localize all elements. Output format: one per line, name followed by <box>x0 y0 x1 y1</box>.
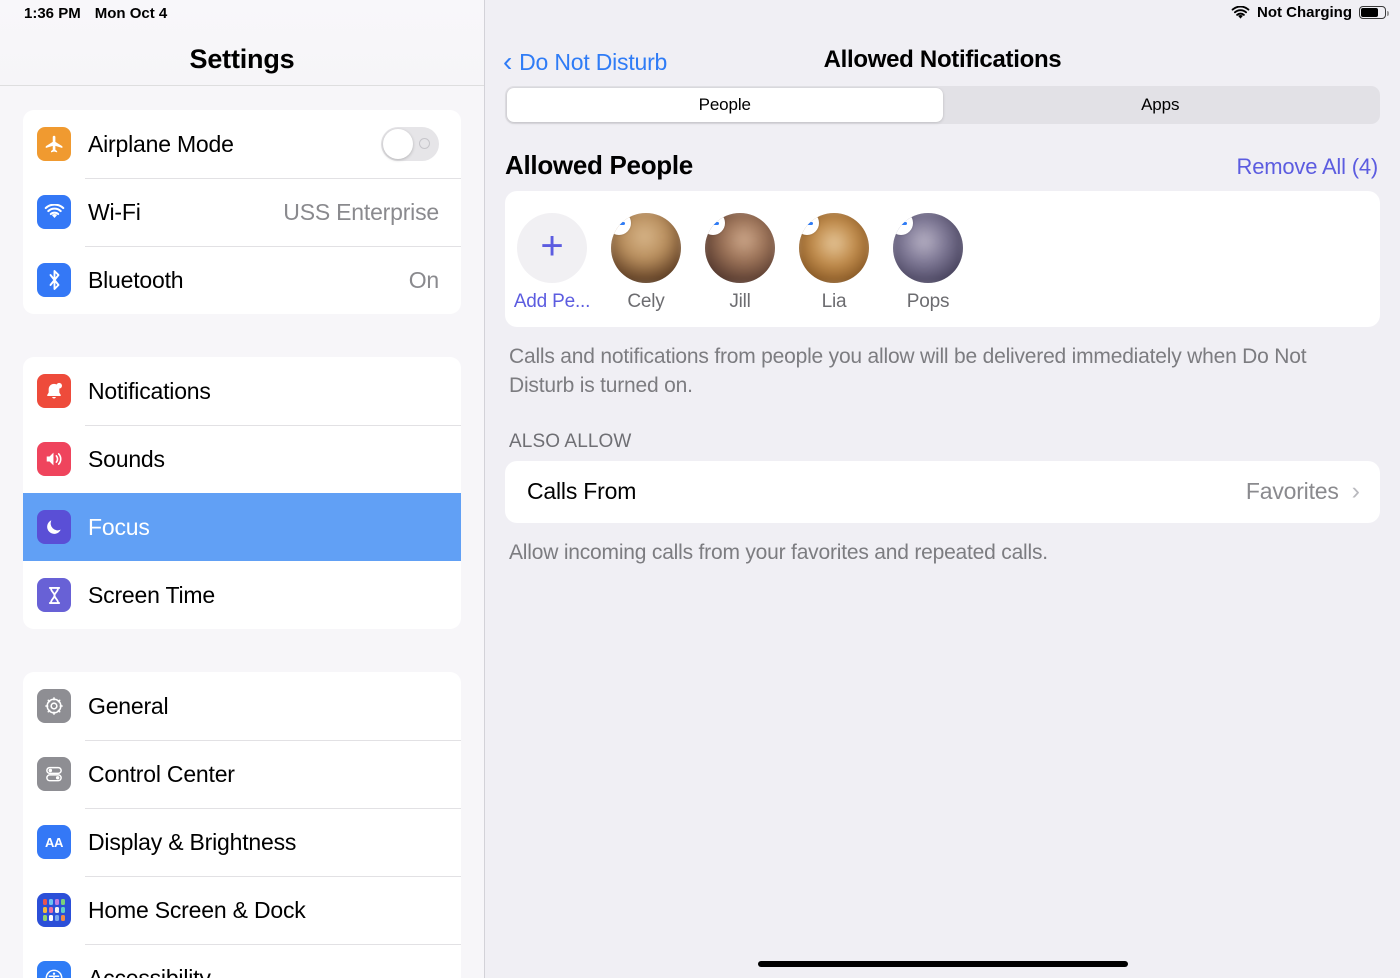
toggles-icon <box>37 757 71 791</box>
sidebar-item-accessibility[interactable]: Accessibility <box>23 944 461 978</box>
text-size-icon: AA <box>37 825 71 859</box>
app-grid-icon <box>37 893 71 927</box>
add-person-button[interactable]: + Add Pe... <box>505 213 599 313</box>
chevron-right-icon: › <box>1351 477 1360 506</box>
sidebar-item-label: Screen Time <box>88 581 215 608</box>
sidebar-item-label: Accessibility <box>88 964 211 978</box>
sidebar-item-control-center[interactable]: Control Center <box>23 740 461 808</box>
sidebar-item-label: Airplane Mode <box>88 130 234 157</box>
person-item[interactable]: Cely <box>599 213 693 313</box>
sidebar-group-alerts: Notifications Sounds Focus Screen Time <box>23 357 461 629</box>
people-footnote: Calls and notifications from people you … <box>509 345 1307 397</box>
app-grid-dots <box>42 898 66 922</box>
sidebar-item-label: Control Center <box>88 760 235 787</box>
avatar <box>611 213 681 283</box>
section-title: Allowed People <box>505 150 693 180</box>
airplane-mode-toggle[interactable] <box>381 127 439 161</box>
sidebar-item-general[interactable]: General <box>23 672 461 740</box>
sidebar-item-bluetooth[interactable]: Bluetooth On <box>23 246 461 314</box>
aa-glyph: AA <box>45 834 63 850</box>
calls-from-row[interactable]: Calls From Favorites › <box>505 461 1380 523</box>
ipad-settings-screen: 1:36 PM Mon Oct 4 Not Charging Settings <box>0 0 1400 978</box>
home-indicator <box>757 961 1128 967</box>
sidebar-item-notifications[interactable]: Notifications <box>23 357 461 425</box>
person-name: Cely <box>627 291 665 312</box>
bluetooth-icon <box>37 263 71 297</box>
sidebar-item-display-brightness[interactable]: AA Display & Brightness <box>23 808 461 876</box>
calls-from-label: Calls From <box>527 478 637 505</box>
sidebar-item-label: Focus <box>88 513 150 540</box>
person-name: Jill <box>729 291 751 312</box>
detail-header: ‹ Do Not Disturb Allowed Notifications <box>485 0 1400 86</box>
toggle-off-marker <box>419 138 430 149</box>
sidebar-item-label: Sounds <box>88 445 165 472</box>
also-allow-card: Calls From Favorites › <box>505 460 1380 523</box>
sidebar-item-airplane-mode[interactable]: Airplane Mode <box>23 110 461 178</box>
person-item[interactable]: Pops <box>881 213 975 313</box>
back-button-label: Do Not Disturb <box>519 49 668 75</box>
page-title: Settings <box>189 44 295 74</box>
settings-sidebar: Settings Airplane Mode Wi-Fi USS Enterpr… <box>0 0 485 978</box>
sidebar-item-label: General <box>88 692 169 719</box>
airplane-icon <box>37 127 71 161</box>
sidebar-group-system: General Control Center AA Display & Brig… <box>23 672 461 978</box>
sidebar-header: Settings <box>0 0 484 86</box>
gear-icon <box>37 689 71 723</box>
segmented-control[interactable]: People Apps <box>505 86 1380 124</box>
allowed-people-card: + Add Pe... Cely Jill Lia Pops <box>505 191 1380 327</box>
sidebar-item-label: Notifications <box>88 377 211 404</box>
wifi-icon <box>37 195 71 229</box>
toggle-knob <box>383 129 413 159</box>
sidebar-scroll-area[interactable]: Airplane Mode Wi-Fi USS Enterprise Bluet… <box>0 86 484 978</box>
sidebar-item-label: Bluetooth <box>88 266 184 293</box>
calls-from-value: Favorites <box>1245 478 1339 505</box>
chevron-left-icon: ‹ <box>503 45 513 77</box>
plus-icon: + <box>540 224 564 268</box>
avatar <box>893 213 963 283</box>
accessibility-icon <box>37 961 71 978</box>
sidebar-item-focus[interactable]: Focus <box>23 493 461 561</box>
back-button[interactable]: ‹ Do Not Disturb <box>503 45 668 77</box>
sidebar-item-home-screen-dock[interactable]: Home Screen & Dock <box>23 876 461 944</box>
avatar <box>799 213 869 283</box>
sidebar-item-sounds[interactable]: Sounds <box>23 425 461 493</box>
also-allow-label: ALSO ALLOW <box>509 430 632 452</box>
moon-icon <box>37 510 71 544</box>
add-person-avatar: + <box>517 213 587 283</box>
sidebar-group-connectivity: Airplane Mode Wi-Fi USS Enterprise Bluet… <box>23 110 461 314</box>
tab-apps[interactable]: Apps <box>943 88 1379 122</box>
tab-people[interactable]: People <box>507 88 943 122</box>
sidebar-item-screen-time[interactable]: Screen Time <box>23 561 461 629</box>
person-item[interactable]: Jill <box>693 213 787 313</box>
speaker-icon <box>37 442 71 476</box>
avatar <box>705 213 775 283</box>
person-name: Lia <box>821 291 847 312</box>
person-name: Pops <box>906 291 950 312</box>
calls-footnote: Allow incoming calls from your favorites… <box>509 540 1048 564</box>
hourglass-icon <box>37 578 71 612</box>
sidebar-item-wifi[interactable]: Wi-Fi USS Enterprise <box>23 178 461 246</box>
remove-all-button[interactable]: Remove All (4) <box>1237 154 1379 180</box>
bluetooth-state-value: On <box>408 266 439 293</box>
sidebar-item-label: Display & Brightness <box>88 828 297 855</box>
sidebar-item-label: Wi-Fi <box>88 198 141 225</box>
person-name: Add Pe... <box>513 291 591 312</box>
bell-icon <box>37 374 71 408</box>
sidebar-item-label: Home Screen & Dock <box>88 896 306 923</box>
detail-pane: ‹ Do Not Disturb Allowed Notifications P… <box>485 0 1400 978</box>
person-item[interactable]: Lia <box>787 213 881 313</box>
allowed-people-section-header: Allowed People Remove All (4) <box>505 150 1378 181</box>
wifi-network-value: USS Enterprise <box>283 198 439 225</box>
